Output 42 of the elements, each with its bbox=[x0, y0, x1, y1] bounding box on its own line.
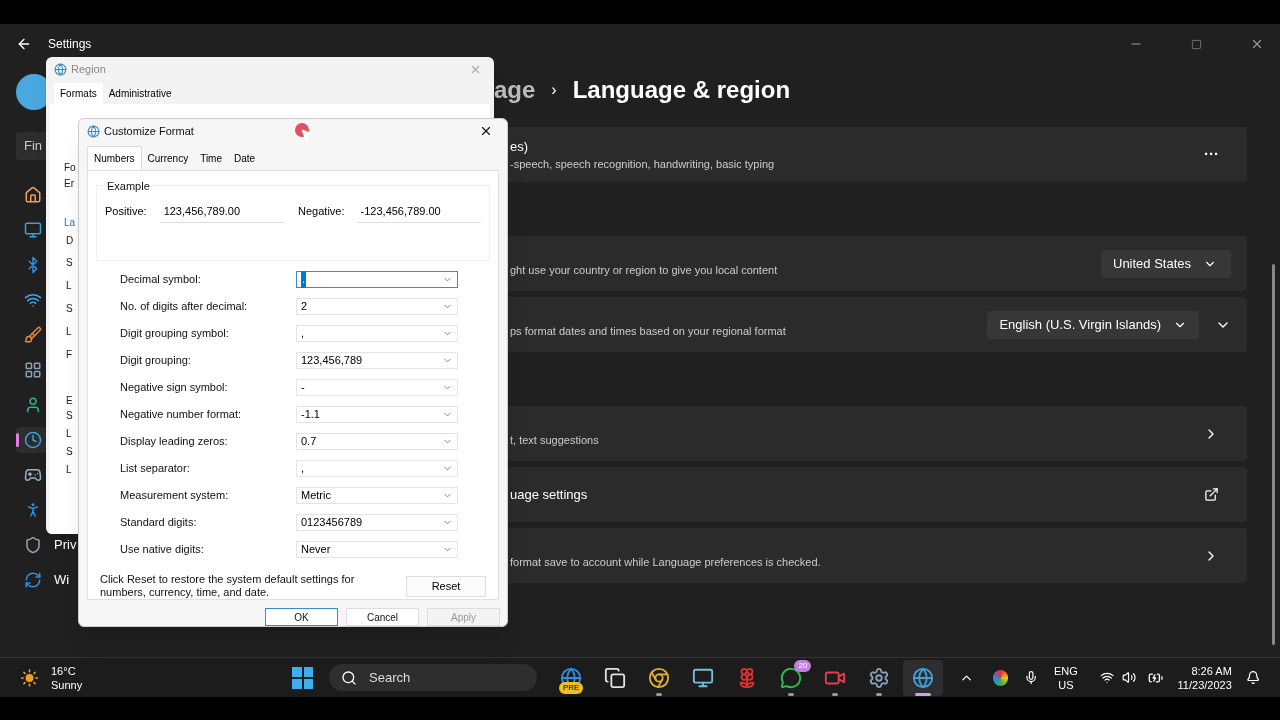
field-label: Digit grouping: bbox=[120, 353, 192, 369]
partial-label: E bbox=[66, 395, 73, 407]
dialog-title: Region bbox=[71, 61, 106, 77]
app-badge: 20 bbox=[794, 659, 812, 672]
negative-example: -123,456,789.00 bbox=[356, 200, 481, 223]
card-description: ght use your country or region to give you local content bbox=[510, 263, 779, 279]
field-label: Use native digits: bbox=[120, 542, 205, 558]
field-label: Negative number format: bbox=[120, 407, 243, 423]
partial-label: S bbox=[66, 303, 73, 315]
partial-label: L bbox=[66, 464, 72, 476]
positive-example: 123,456,789.00 bbox=[159, 200, 285, 223]
card-description: format save to account while Language preferences is checked. bbox=[510, 555, 822, 571]
field-label: Standard digits: bbox=[120, 515, 198, 531]
field-label: Decimal symbol: bbox=[120, 272, 202, 288]
card-description: ps format dates and times based on your regional format bbox=[510, 324, 787, 340]
card-title: es) bbox=[510, 137, 530, 156]
app-badge: PRE bbox=[558, 681, 584, 694]
card-description: -speech, speech recognition, handwriting, basic typing bbox=[510, 157, 776, 172]
card-title: uage settings bbox=[510, 485, 589, 504]
card-description: t, text suggestions bbox=[510, 433, 600, 449]
window-title: Settings bbox=[48, 36, 92, 53]
partial-label: F bbox=[66, 349, 73, 361]
breadcrumb-separator: › bbox=[551, 80, 557, 100]
field-label: No. of digits after decimal: bbox=[120, 299, 249, 315]
field-label: List separator: bbox=[120, 461, 191, 477]
page-title: Language & region bbox=[572, 75, 791, 105]
reset-note: Click Reset to restore the system default settings for numbers, currency, time, and date. bbox=[100, 573, 356, 599]
partial-label: L bbox=[66, 428, 72, 440]
dialog-title: Customize Format bbox=[104, 123, 194, 139]
partial-label: L bbox=[66, 326, 72, 338]
partial-label: S bbox=[66, 446, 73, 458]
negative-label: Negative: bbox=[298, 204, 346, 220]
partial-label: S bbox=[66, 410, 73, 422]
field-label: Measurement system: bbox=[120, 488, 230, 504]
partial-label: D bbox=[66, 235, 74, 247]
field-label: Negative sign symbol: bbox=[120, 380, 229, 396]
field-label: Digit grouping symbol: bbox=[120, 326, 230, 342]
partial-label: S bbox=[66, 257, 73, 269]
positive-label: Positive: bbox=[105, 204, 148, 220]
partial-label: L bbox=[66, 280, 72, 292]
field-label: Display leading zeros: bbox=[120, 434, 229, 450]
partial-label: Fo bbox=[64, 162, 76, 174]
